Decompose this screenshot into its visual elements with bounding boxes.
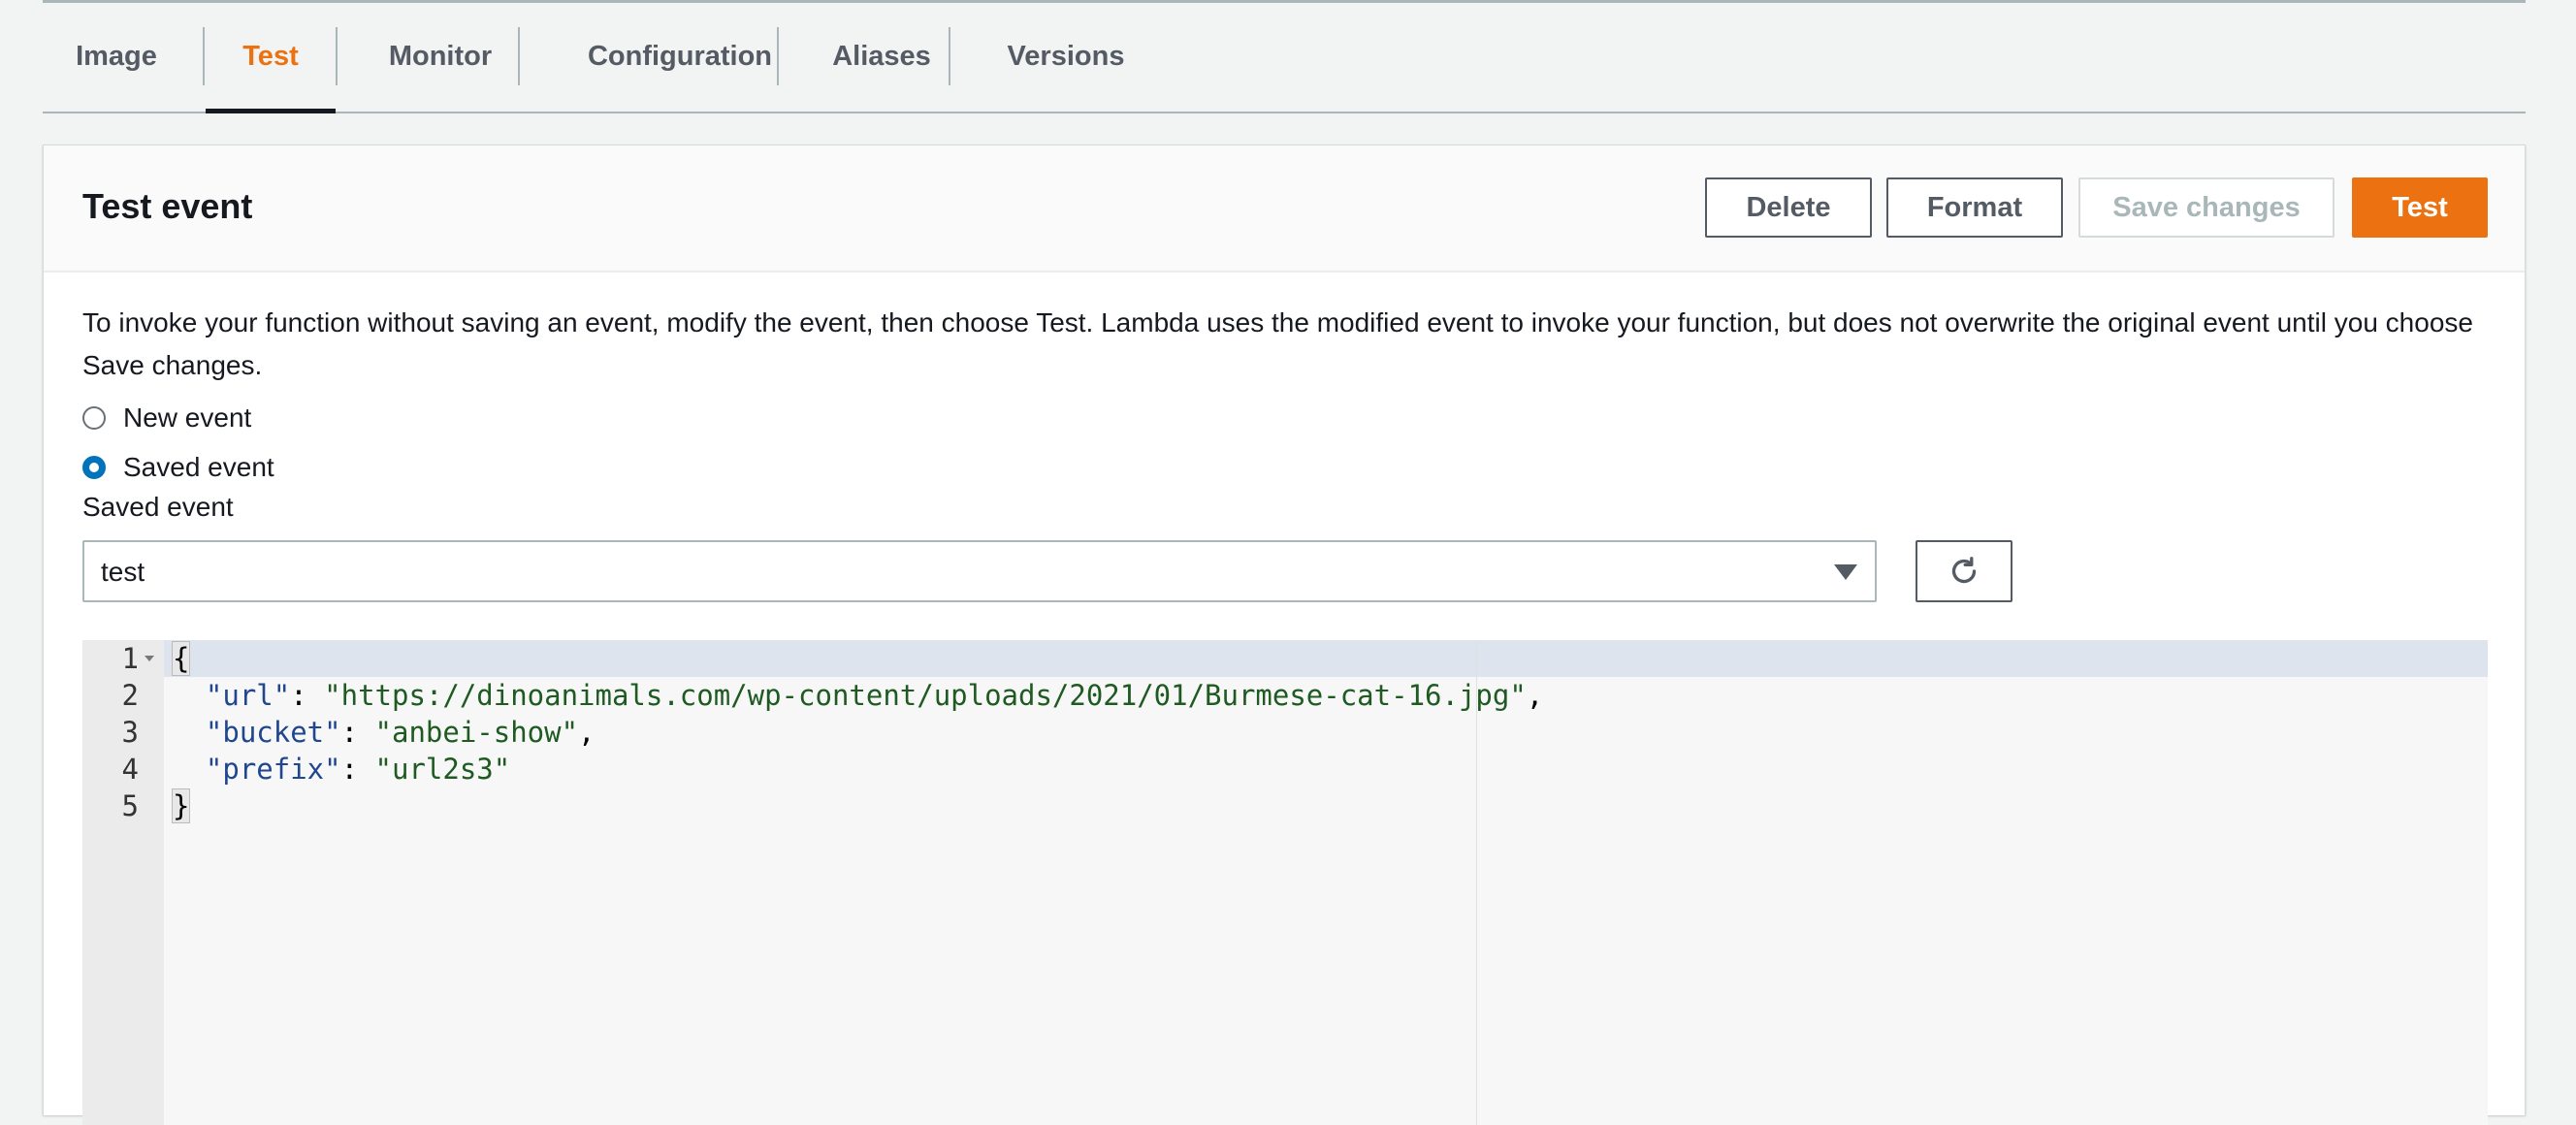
saved-event-label: Saved event (82, 492, 234, 522)
brace: } (172, 788, 191, 823)
tab-separator (203, 27, 205, 85)
fold-arrow-icon[interactable] (145, 656, 154, 661)
tab-image[interactable]: Image (66, 0, 167, 112)
line-number: 5 (121, 789, 139, 822)
tab-monitor[interactable]: Monitor (363, 0, 518, 112)
code-line: { (172, 640, 191, 677)
radio-new-event[interactable]: New event (82, 399, 251, 437)
json-key: "url" (205, 679, 291, 712)
json-string: "https://dinoanimals.com/wp-content/uplo… (324, 679, 1527, 712)
radio-button-checked[interactable] (82, 456, 106, 479)
tab-separator (777, 27, 779, 85)
json-key: "prefix" (205, 753, 341, 786)
active-line-highlight (82, 640, 2488, 677)
json-string: "anbei-show" (374, 716, 579, 749)
caret-down-icon (1834, 564, 1857, 580)
delete-button[interactable]: Delete (1705, 177, 1872, 238)
code-line: } (172, 788, 191, 824)
tab-versions[interactable]: Versions (979, 0, 1153, 112)
radio-label: New event (123, 402, 252, 433)
refresh-icon (1951, 557, 1977, 584)
line-number: 3 (121, 716, 139, 749)
save-changes-button[interactable]: Save changes (2078, 177, 2334, 238)
json-editor[interactable]: 1 2 3 4 5 { "url": "https://dinoanimals.… (82, 640, 2488, 1125)
radio-saved-event[interactable]: Saved event (82, 448, 274, 487)
test-event-panel: Test event Delete Format Save changes Te… (43, 145, 2526, 1125)
tab-separator (949, 27, 950, 85)
line-number: 2 (121, 679, 139, 712)
tab-aliases[interactable]: Aliases (809, 0, 954, 112)
line-number: 4 (121, 753, 139, 786)
refresh-button[interactable] (1916, 540, 2012, 602)
json-string: "url2s3" (374, 753, 511, 786)
code-line: "bucket": "anbei-show", (205, 716, 596, 749)
test-button[interactable]: Test (2352, 177, 2488, 238)
json-key: "bucket" (205, 716, 341, 749)
format-button[interactable]: Format (1886, 177, 2063, 238)
tab-test[interactable]: Test (206, 0, 336, 113)
tab-configuration[interactable]: Configuration (549, 0, 811, 112)
description-text: To invoke your function without saving a… (82, 307, 2473, 380)
tab-separator (518, 27, 520, 85)
code-line: "prefix": "url2s3" (205, 753, 511, 786)
code-line: "url": "https://dinoanimals.com/wp-conte… (205, 679, 1544, 712)
tab-bar: Image Test Monitor Configuration Aliases… (43, 0, 2526, 113)
saved-event-select[interactable]: test (82, 540, 1877, 602)
panel-title: Test event (82, 186, 253, 226)
brace: { (172, 641, 191, 676)
radio-label: Saved event (123, 452, 274, 482)
panel-header: Test event Delete Format Save changes Te… (44, 145, 2525, 273)
selected-value: test (101, 557, 145, 587)
tab-separator (336, 27, 338, 85)
line-number: 1 (121, 642, 139, 675)
radio-button[interactable] (82, 406, 106, 430)
